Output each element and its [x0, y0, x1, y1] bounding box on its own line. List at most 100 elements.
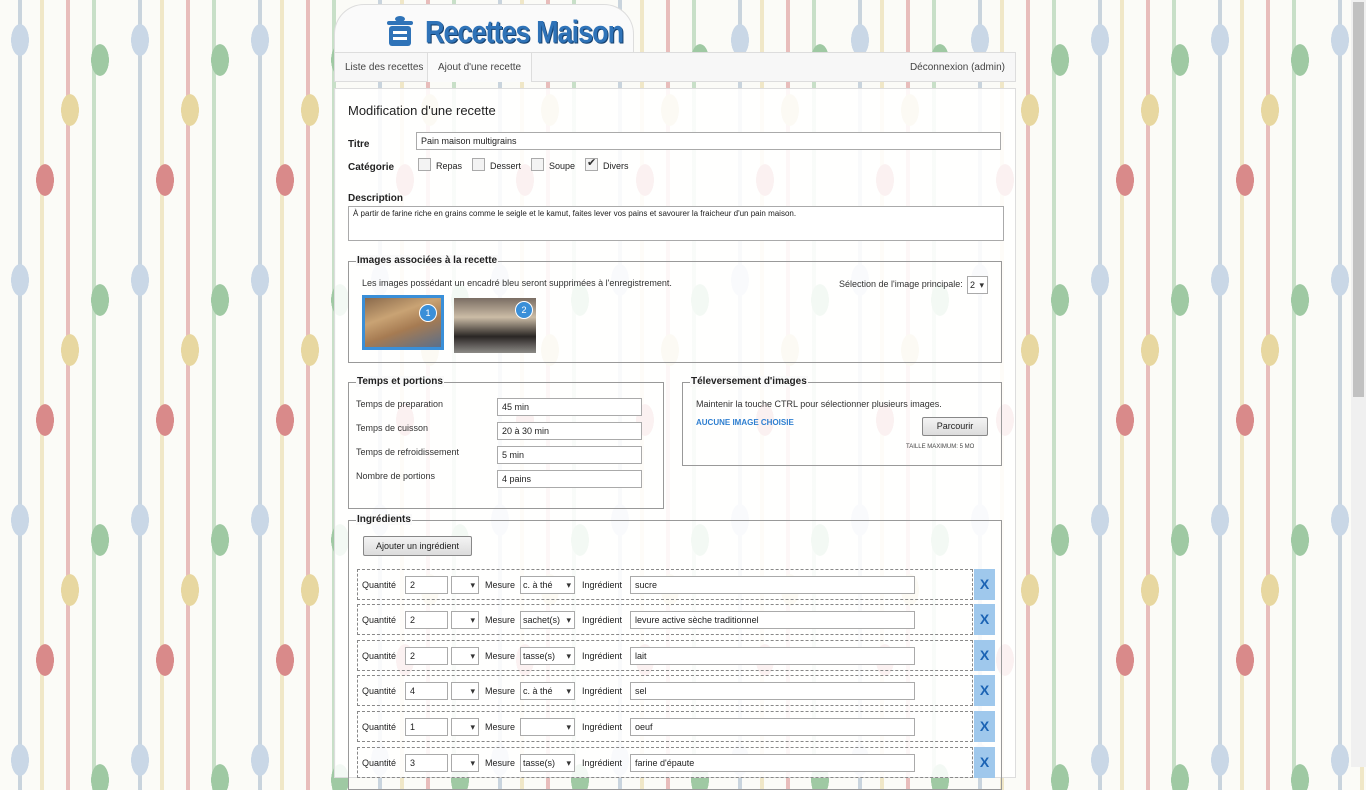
main-image-label: Sélection de l'image principale: — [839, 279, 963, 289]
measure-select[interactable]: c. à thé — [520, 682, 575, 700]
description-textarea[interactable]: À partir de farine riche en grains comme… — [348, 206, 1004, 241]
nav-logout[interactable]: Déconnexion (admin) — [900, 53, 1015, 82]
measure-select[interactable]: sachet(s) — [520, 611, 575, 629]
ingredient-input[interactable]: sel — [630, 682, 915, 700]
cook-time-label: Temps de cuisson — [356, 423, 429, 433]
images-fieldset: Images associées à la recette Les images… — [348, 255, 1002, 363]
cool-time-input[interactable]: 5 min — [497, 446, 642, 464]
category-label-divers: Divers — [603, 161, 629, 171]
quantity-label: Quantité — [362, 686, 397, 696]
upload-fieldset: Téleversement d'images Maintenir la touc… — [682, 376, 1002, 466]
quantity-input[interactable]: 2 — [405, 647, 448, 665]
main-image-select[interactable]: 2 — [967, 276, 988, 294]
ingredient-row: Quantité 1 Mesure Ingrédient oeuf — [357, 711, 973, 742]
times-legend: Temps et portions — [356, 376, 444, 387]
description-label: Description — [348, 193, 404, 204]
recipe-image-2[interactable]: 2 — [454, 298, 536, 353]
quantity-fraction-select[interactable] — [451, 611, 479, 629]
upload-legend: Téleversement d'images — [690, 376, 808, 387]
quantity-label: Quantité — [362, 580, 397, 590]
cool-time-label: Temps de refroidissement — [356, 447, 460, 457]
ingredient-input[interactable]: levure active sèche traditionnel — [630, 611, 915, 629]
images-note: Les images possédant un encadré bleu ser… — [362, 278, 672, 288]
quantity-input[interactable]: 4 — [405, 682, 448, 700]
delete-ingredient-button[interactable]: X — [974, 569, 995, 600]
quantity-label: Quantité — [362, 615, 397, 625]
cook-time-input[interactable]: 20 à 30 min — [497, 422, 642, 440]
recipe-image-1[interactable]: 1 — [362, 295, 444, 350]
delete-ingredient-button[interactable]: X — [974, 711, 995, 742]
measure-label: Mesure — [485, 686, 516, 696]
logo-tab: Recettes Maison — [334, 4, 634, 55]
times-fieldset: Temps et portions Temps de preparation 4… — [348, 376, 664, 509]
quantity-input[interactable]: 1 — [405, 718, 448, 736]
category-label: Catégorie — [348, 162, 395, 173]
delete-ingredient-button[interactable]: X — [974, 747, 995, 778]
scrollbar-thumb[interactable] — [1353, 2, 1364, 397]
measure-label: Mesure — [485, 615, 516, 625]
edit-recipe-panel: Modification d'une recette Titre Pain ma… — [334, 88, 1016, 790]
measure-select[interactable]: c. à thé — [520, 576, 575, 594]
add-ingredient-button[interactable]: Ajouter un ingrédient — [363, 536, 472, 556]
nav-recipe-list[interactable]: Liste des recettes — [335, 53, 435, 82]
ingredients-legend: Ingrédients — [356, 514, 412, 525]
ingredient-label: Ingrédient — [582, 686, 623, 696]
upload-max-size: TAILLE MAXIMUM: 5 MO — [906, 444, 975, 450]
delete-ingredient-button[interactable]: X — [974, 604, 995, 635]
ingredient-row: Quantité3Mesuretasse(s)Ingrédientfarine … — [357, 747, 973, 778]
ingredient-input[interactable]: sucre — [630, 576, 915, 594]
ingredient-label: Ingrédient — [582, 580, 623, 590]
delete-ingredient-button[interactable]: X — [974, 640, 995, 671]
title-label: Titre — [348, 139, 370, 150]
category-checkbox-repas[interactable] — [418, 158, 431, 171]
ingredients-fieldset: Ingrédients Ajouter un ingrédient Quanti… — [348, 514, 1002, 790]
category-checkbox-soupe[interactable] — [531, 158, 544, 171]
delete-ingredient-button[interactable]: X — [974, 675, 995, 706]
ingredient-row: Quantité 4 Mesure c. à thé Ingrédient sel — [357, 675, 973, 706]
quantity-label: Quantité — [362, 722, 397, 732]
title-input[interactable]: Pain maison multigrains — [416, 132, 1001, 150]
quantity-label: Quantité — [362, 651, 397, 661]
ingredient-input[interactable]: farine d'épaute — [630, 754, 915, 772]
logo-text[interactable]: Recettes Maison — [425, 15, 624, 51]
quantity-input[interactable]: 3 — [405, 754, 448, 772]
quantity-input[interactable]: 2 — [405, 611, 448, 629]
quantity-input[interactable]: 2 — [405, 576, 448, 594]
page-container: Recettes Maison Liste des recettes Ajout… — [334, 0, 1016, 790]
prep-time-label: Temps de preparation — [356, 399, 444, 409]
ingredient-row: Quantité 2 Mesure tasse(s) Ingrédient lait — [357, 640, 973, 671]
browse-button[interactable]: Parcourir — [922, 417, 988, 436]
image-badge-2: 2 — [515, 301, 533, 319]
ingredient-input[interactable]: oeuf — [630, 718, 915, 736]
image-badge-1: 1 — [419, 304, 437, 322]
category-label-repas: Repas — [436, 161, 463, 171]
measure-select[interactable]: tasse(s) — [520, 754, 575, 772]
category-label-dessert: Dessert — [490, 161, 522, 171]
top-navigation: Liste des recettes Ajout d'une recette D… — [334, 52, 1016, 82]
category-label-soupe: Soupe — [549, 161, 576, 171]
portions-label: Nombre de portions — [356, 471, 436, 481]
images-legend: Images associées à la recette — [356, 255, 499, 266]
measure-label: Mesure — [485, 651, 516, 661]
quantity-fraction-select[interactable] — [451, 682, 479, 700]
quantity-fraction-select[interactable] — [451, 647, 479, 665]
quantity-fraction-select[interactable] — [451, 754, 479, 772]
category-checkbox-divers[interactable] — [585, 156, 598, 171]
ingredient-input[interactable]: lait — [630, 647, 915, 665]
measure-label: Mesure — [485, 580, 516, 590]
cooking-pot-icon — [387, 16, 413, 46]
measure-label: Mesure — [485, 722, 516, 732]
category-checkbox-dessert[interactable] — [472, 158, 485, 171]
ingredient-label: Ingrédient — [582, 722, 623, 732]
ingredient-label: Ingrédient — [582, 615, 623, 625]
portions-input[interactable]: 4 pains — [497, 470, 642, 488]
prep-time-input[interactable]: 45 min — [497, 398, 642, 416]
page-title: Modification d'une recette — [348, 103, 496, 118]
nav-add-recipe[interactable]: Ajout d'une recette — [427, 53, 533, 82]
vertical-scrollbar[interactable] — [1351, 0, 1366, 767]
measure-select[interactable] — [520, 718, 575, 736]
quantity-fraction-select[interactable] — [451, 576, 479, 594]
upload-hint: Maintenir la touche CTRL pour sélectionn… — [696, 399, 942, 409]
quantity-fraction-select[interactable] — [451, 718, 479, 736]
measure-select[interactable]: tasse(s) — [520, 647, 575, 665]
